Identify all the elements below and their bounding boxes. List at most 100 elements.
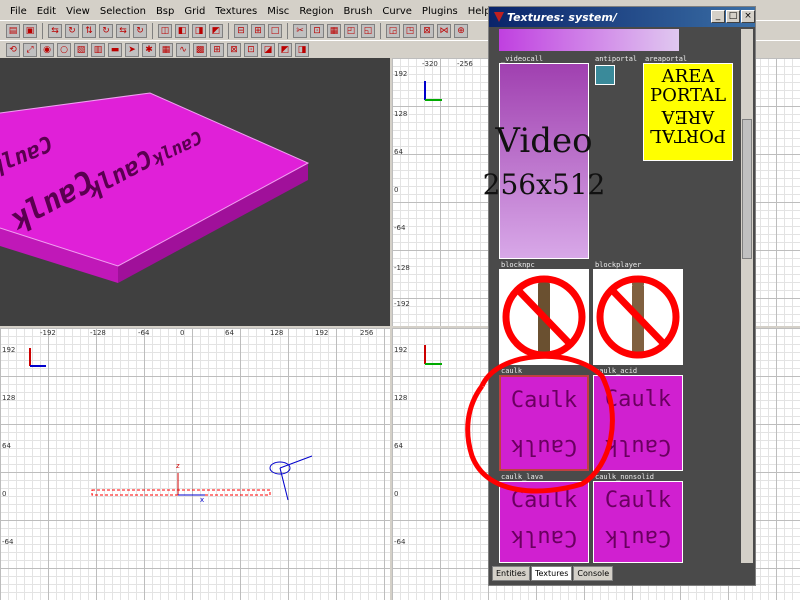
make-structural-icon[interactable]: ⊠ bbox=[420, 23, 434, 38]
texture-areaportal[interactable]: AREA PORTAL PORTAL AREA bbox=[643, 63, 733, 161]
texture-lock-icon[interactable]: ▧ bbox=[74, 42, 88, 57]
maximize-button[interactable]: □ bbox=[726, 10, 740, 23]
menu-curve[interactable]: Curve bbox=[382, 6, 412, 17]
arrow-icon[interactable]: ➤ bbox=[125, 42, 139, 57]
axis-label-z: z bbox=[176, 462, 180, 470]
texture-window-tabs: Entities Textures Console bbox=[492, 566, 614, 581]
texture-caulk-acid[interactable]: Caulk Caulk bbox=[593, 375, 683, 471]
caulk-text-flipped: Caulk bbox=[604, 434, 672, 459]
camera-view[interactable]: ʞlnɐϽ ʞlnɐϽ ʞlnɐϽ ʞlnɐϽ bbox=[0, 58, 390, 326]
texture-label: caulk_acid bbox=[595, 367, 638, 375]
ruler-left-label: 64 bbox=[394, 148, 403, 156]
cube-clip-icon[interactable]: ◰ bbox=[344, 23, 358, 38]
xz-grid-view[interactable]: -192 -128 -64 0 64 128 192 256 192 128 6… bbox=[0, 328, 390, 600]
no-entry-icon bbox=[502, 275, 586, 359]
menu-textures[interactable]: Textures bbox=[215, 6, 257, 17]
ruler-left-label: -64 bbox=[394, 224, 406, 232]
toolbar-separator bbox=[42, 22, 43, 39]
matrix-icon[interactable]: ▩ bbox=[193, 42, 207, 57]
select-touching-icon[interactable]: ◧ bbox=[175, 23, 189, 38]
scrollbar-thumb[interactable] bbox=[742, 119, 752, 259]
texture-view-icon[interactable]: ▦ bbox=[327, 23, 341, 38]
areaportal-text-2: PORTAL bbox=[649, 84, 727, 106]
menu-file[interactable]: File bbox=[10, 6, 27, 17]
close-button[interactable]: × bbox=[741, 10, 755, 23]
videocall-text-1: Video bbox=[495, 120, 593, 161]
view-toggle-icon[interactable]: ◉ bbox=[40, 42, 54, 57]
menu-brush[interactable]: Brush bbox=[344, 6, 373, 17]
texture-blockplayer[interactable] bbox=[593, 269, 683, 365]
caulk-text: Caulk bbox=[510, 488, 578, 513]
hollow-icon[interactable]: □ bbox=[268, 23, 282, 38]
patch-icon[interactable]: ▦ bbox=[159, 42, 173, 57]
csg-merge-icon[interactable]: ⊞ bbox=[251, 23, 265, 38]
axis-label-x: x bbox=[200, 496, 205, 504]
weld-icon[interactable]: ⊠ bbox=[227, 42, 241, 57]
clipper-icon[interactable]: ✂ bbox=[293, 23, 307, 38]
camera-preview-icon[interactable]: ◱ bbox=[361, 23, 375, 38]
texture-caulk[interactable]: Caulk Caulk bbox=[499, 375, 589, 471]
menu-region[interactable]: Region bbox=[299, 6, 333, 17]
car-icon[interactable]: ▬ bbox=[108, 42, 122, 57]
flip-y-icon[interactable]: ⇅ bbox=[82, 23, 96, 38]
tab-entities[interactable]: Entities bbox=[492, 566, 530, 581]
curve-icon[interactable]: ∿ bbox=[176, 42, 190, 57]
scale-brush-icon[interactable]: ⤢ bbox=[23, 42, 37, 57]
rotate-y-icon[interactable]: ↻ bbox=[99, 23, 113, 38]
ruler-left-label: -64 bbox=[394, 538, 406, 546]
texture-caulk-lava[interactable]: Caulk Caulk bbox=[499, 481, 589, 563]
menu-misc[interactable]: Misc bbox=[267, 6, 289, 17]
cap-icon[interactable]: ◪ bbox=[261, 42, 275, 57]
texture-caulk-nonsolid[interactable]: Caulk Caulk bbox=[593, 481, 683, 563]
texture-partial-top[interactable] bbox=[499, 29, 679, 51]
flip-x-icon[interactable]: ⇆ bbox=[48, 23, 62, 38]
select-partial-icon[interactable]: ◨ bbox=[192, 23, 206, 38]
texture-blocknpc[interactable] bbox=[499, 269, 589, 365]
circle-icon[interactable]: ○ bbox=[57, 42, 71, 57]
grid-snap-icon[interactable]: ⊞ bbox=[210, 42, 224, 57]
make-detail-icon[interactable]: ◳ bbox=[403, 23, 417, 38]
texture-label: caulk_lava bbox=[501, 473, 544, 481]
texture-label: caulk bbox=[501, 367, 523, 375]
save-icon[interactable]: ▣ bbox=[23, 23, 37, 38]
select-complete-icon[interactable]: ◫ bbox=[158, 23, 172, 38]
ruler-left-label: 192 bbox=[394, 70, 408, 78]
caulk-text: Caulk bbox=[604, 488, 672, 513]
caulk-text: Caulk bbox=[604, 387, 672, 412]
light-icon[interactable]: ✱ bbox=[142, 42, 156, 57]
invert-icon[interactable]: ◨ bbox=[295, 42, 309, 57]
textures-scrollbar[interactable] bbox=[741, 29, 753, 563]
flip-z-icon[interactable]: ⇆ bbox=[116, 23, 130, 38]
ruler-top-label: -256 bbox=[457, 60, 473, 68]
tab-textures[interactable]: Textures bbox=[530, 566, 573, 581]
select-inside-icon[interactable]: ◩ bbox=[209, 23, 223, 38]
patch-insert-icon[interactable]: ⊕ bbox=[454, 23, 468, 38]
minimize-button[interactable]: _ bbox=[711, 10, 725, 23]
ruler-left-label: 128 bbox=[394, 110, 408, 118]
rotate-brush-icon[interactable]: ⟲ bbox=[6, 42, 20, 57]
filter-icon[interactable]: ▥ bbox=[91, 42, 105, 57]
toolbar-separator bbox=[228, 22, 229, 39]
areaportal-text-flip-2: PORTAL bbox=[649, 124, 727, 146]
entity-view-icon[interactable]: ◲ bbox=[386, 23, 400, 38]
change-view-icon[interactable]: ⊡ bbox=[310, 23, 324, 38]
csg-subtract-icon[interactable]: ⊟ bbox=[234, 23, 248, 38]
patch-bend-icon[interactable]: ⋈ bbox=[437, 23, 451, 38]
texture-antiportal[interactable] bbox=[595, 65, 615, 85]
ruler-left-label: 0 bbox=[394, 186, 399, 194]
thicken-icon[interactable]: ⊡ bbox=[244, 42, 258, 57]
menu-edit[interactable]: Edit bbox=[37, 6, 56, 17]
menu-plugins[interactable]: Plugins bbox=[422, 6, 458, 17]
menu-bsp[interactable]: Bsp bbox=[156, 6, 174, 17]
texture-label: _videocall bbox=[501, 55, 544, 63]
xz-view-overlay bbox=[29, 348, 313, 501]
menu-view[interactable]: View bbox=[66, 6, 90, 17]
tab-console[interactable]: Console bbox=[573, 566, 614, 581]
menu-grid[interactable]: Grid bbox=[184, 6, 205, 17]
menu-selection[interactable]: Selection bbox=[100, 6, 146, 17]
rotate-z-icon[interactable]: ↻ bbox=[133, 23, 147, 38]
cycle-cap-icon[interactable]: ◩ bbox=[278, 42, 292, 57]
texture-videocall[interactable]: Video 256x512 bbox=[483, 63, 605, 259]
open-icon[interactable]: ▤ bbox=[6, 23, 20, 38]
rotate-x-icon[interactable]: ↻ bbox=[65, 23, 79, 38]
